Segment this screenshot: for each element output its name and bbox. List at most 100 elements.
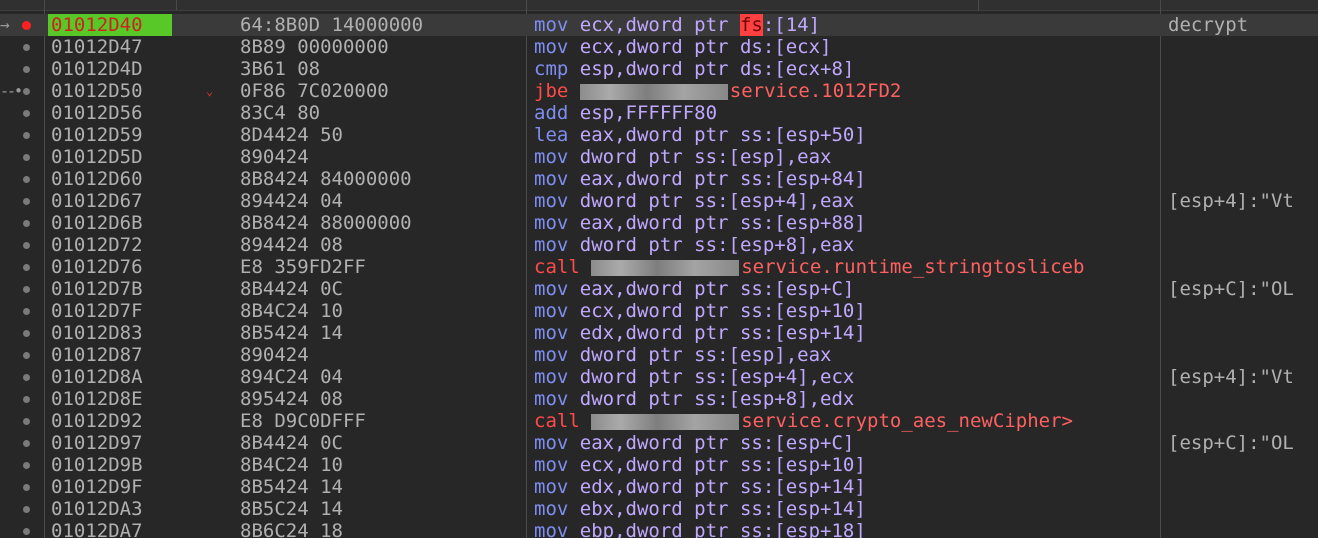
comment-cell[interactable] [1168,388,1318,410]
instruction-row[interactable]: 01012D60 8B8424 84000000 mov eax,dword ptr… [0,168,1318,190]
comment-cell[interactable] [1168,476,1318,498]
comment-cell[interactable] [1168,410,1318,432]
instruction-cell[interactable]: mov eax,dword ptr ss:[esp+88] [534,212,1156,234]
instruction-cell[interactable]: mov ebx,dword ptr ss:[esp+14] [534,498,1156,520]
comment-cell[interactable]: [esp+C]:"OL [1168,432,1318,454]
address-cell[interactable]: 01012D4D [48,58,172,80]
bytes-cell[interactable]: 8D4424 50 [240,124,520,146]
address-cell[interactable]: 01012D8A [48,366,172,388]
address-cell[interactable]: 01012D50 [48,80,172,102]
instruction-row[interactable]: 01012D9B 8B4C24 10 mov ecx,dword ptr ss:[e… [0,454,1318,476]
bytes-cell[interactable]: 83C4 80 [240,102,520,124]
bytes-cell[interactable]: 894424 04 [240,190,520,212]
instruction-row[interactable]: 01012D6B 8B8424 88000000 mov eax,dword ptr… [0,212,1318,234]
comment-cell[interactable] [1168,124,1318,146]
breakpoint-slot-icon[interactable] [23,220,30,227]
instruction-row[interactable]: 01012D47 8B89 00000000 mov ecx,dword ptr d… [0,36,1318,58]
address-cell[interactable]: 01012DA7 [48,520,172,538]
bytes-cell[interactable]: 8B8424 84000000 [240,168,520,190]
bytes-cell[interactable]: 890424 [240,146,520,168]
instruction-cell[interactable]: mov edx,dword ptr ss:[esp+14] [534,322,1156,344]
breakpoint-slot-icon[interactable] [23,528,30,535]
address-cell[interactable]: 01012D9F [48,476,172,498]
instruction-cell[interactable]: mov dword ptr ss:[esp+4],eax [534,190,1156,212]
instruction-row[interactable]: 01012D7F 8B4C24 10 mov ecx,dword ptr ss:[e… [0,300,1318,322]
instruction-cell[interactable]: mov edx,dword ptr ss:[esp+14] [534,476,1156,498]
instruction-row[interactable]: 01012D8E 895424 08 mov dword ptr ss:[esp+8… [0,388,1318,410]
instruction-cell[interactable]: add esp,FFFFFF80 [534,102,1156,124]
breakpoint-slot-icon[interactable] [23,286,30,293]
instruction-row[interactable]: 01012D9F 8B5424 14 mov edx,dword ptr ss:[e… [0,476,1318,498]
instruction-row[interactable]: → 01012D40 64:8B0D 14000000 mov ecx,dword p… [0,14,1318,36]
breakpoint-slot-icon[interactable] [23,110,30,117]
breakpoint-slot-icon[interactable] [23,506,30,513]
comment-cell[interactable] [1168,454,1318,476]
address-cell[interactable]: 01012D8E [48,388,172,410]
instruction-cell[interactable]: mov ecx,dword ptr fs:[14] [534,14,1156,36]
instruction-cell[interactable]: mov dword ptr ss:[esp],eax [534,146,1156,168]
comment-cell[interactable] [1168,168,1318,190]
header-separator[interactable] [44,0,45,10]
breakpoint-slot-icon[interactable] [23,352,30,359]
comment-cell[interactable] [1168,80,1318,102]
comment-cell[interactable]: [esp+C]:"OL [1168,278,1318,300]
instruction-row[interactable]: 01012D97 8B4424 0C mov eax,dword ptr ss:[e… [0,432,1318,454]
address-cell[interactable]: 01012D72 [48,234,172,256]
bytes-cell[interactable]: 8B6C24 18 [240,520,520,538]
comment-cell[interactable] [1168,212,1318,234]
instruction-row[interactable]: 01012D4D 3B61 08 cmp esp,dword ptr ds:[ecx… [0,58,1318,80]
address-cell[interactable]: 01012D5D [48,146,172,168]
bytes-cell[interactable]: 8B5424 14 [240,476,520,498]
address-cell[interactable]: 01012D59 [48,124,172,146]
breakpoint-slot-icon[interactable] [23,308,30,315]
bytes-cell[interactable]: 8B5C24 14 [240,498,520,520]
address-cell[interactable]: 01012D40 [48,14,172,36]
address-cell[interactable]: 01012D76 [48,256,172,278]
instruction-row[interactable]: 01012D87 890424 mov dword ptr ss:[esp],eax [0,344,1318,366]
instruction-cell[interactable]: mov dword ptr ss:[esp+8],eax [534,234,1156,256]
comment-cell[interactable] [1168,300,1318,322]
instruction-cell[interactable]: mov eax,dword ptr ss:[esp+84] [534,168,1156,190]
comment-cell[interactable] [1168,58,1318,80]
instruction-row[interactable]: 01012D67 894424 04 mov dword ptr ss:[esp+4… [0,190,1318,212]
bytes-cell[interactable]: 8B8424 88000000 [240,212,520,234]
comment-cell[interactable] [1168,498,1318,520]
instruction-row[interactable]: 01012DA3 8B5C24 14 mov ebx,dword ptr ss:[e… [0,498,1318,520]
bytes-cell[interactable]: 0F86 7C020000 [240,80,520,102]
address-cell[interactable]: 01012D87 [48,344,172,366]
bytes-cell[interactable]: 894424 08 [240,234,520,256]
disassembly-view[interactable]: → 01012D40 64:8B0D 14000000 mov ecx,dword p… [0,0,1318,538]
bytes-cell[interactable]: 8B5424 14 [240,322,520,344]
comment-cell[interactable] [1168,146,1318,168]
instruction-cell[interactable]: mov dword ptr ss:[esp+4],ecx [534,366,1156,388]
instruction-row[interactable]: 01012D76 E8 359FD2FF call service.runtime_… [0,256,1318,278]
breakpoint-slot-icon[interactable] [23,198,30,205]
breakpoint-slot-icon[interactable] [23,462,30,469]
breakpoint-slot-icon[interactable] [23,66,30,73]
instruction-row[interactable]: 01012D59 8D4424 50 lea eax,dword ptr ss:[e… [0,124,1318,146]
instruction-cell[interactable]: lea eax,dword ptr ss:[esp+50] [534,124,1156,146]
address-cell[interactable]: 01012D47 [48,36,172,58]
bytes-cell[interactable]: E8 359FD2FF [240,256,520,278]
instruction-row[interactable]: 01012D5D 890424 mov dword ptr ss:[esp],eax [0,146,1318,168]
bytes-cell[interactable]: 895424 08 [240,388,520,410]
comment-cell[interactable]: decrypt [1168,14,1318,36]
column-header-bar[interactable] [0,0,1318,11]
address-cell[interactable]: 01012D83 [48,322,172,344]
breakpoint-icon[interactable] [22,21,31,30]
bytes-cell[interactable]: 894C24 04 [240,366,520,388]
instruction-row[interactable]: 01012D56 83C4 80 add esp,FFFFFF80 [0,102,1318,124]
comment-cell[interactable]: [esp+4]:"Vt [1168,190,1318,212]
breakpoint-slot-icon[interactable] [23,154,30,161]
bytes-cell[interactable]: E8 D9C0DFFF [240,410,520,432]
instruction-cell[interactable]: mov dword ptr ss:[esp+8],edx [534,388,1156,410]
instruction-row[interactable]: 01012D7B 8B4424 0C mov eax,dword ptr ss:[e… [0,278,1318,300]
address-cell[interactable]: 01012D6B [48,212,172,234]
comment-cell[interactable] [1168,322,1318,344]
instruction-row[interactable]: 01012DA7 8B6C24 18 mov ebp,dword ptr ss:[e… [0,520,1318,538]
bytes-cell[interactable]: 3B61 08 [240,58,520,80]
instruction-cell[interactable]: cmp esp,dword ptr ds:[ecx+8] [534,58,1156,80]
branch-target[interactable]: service.runtime_stringtosliceb [741,256,1084,278]
instruction-row[interactable]: 01012D83 8B5424 14 mov edx,dword ptr ss:[e… [0,322,1318,344]
breakpoint-slot-icon[interactable] [23,242,30,249]
